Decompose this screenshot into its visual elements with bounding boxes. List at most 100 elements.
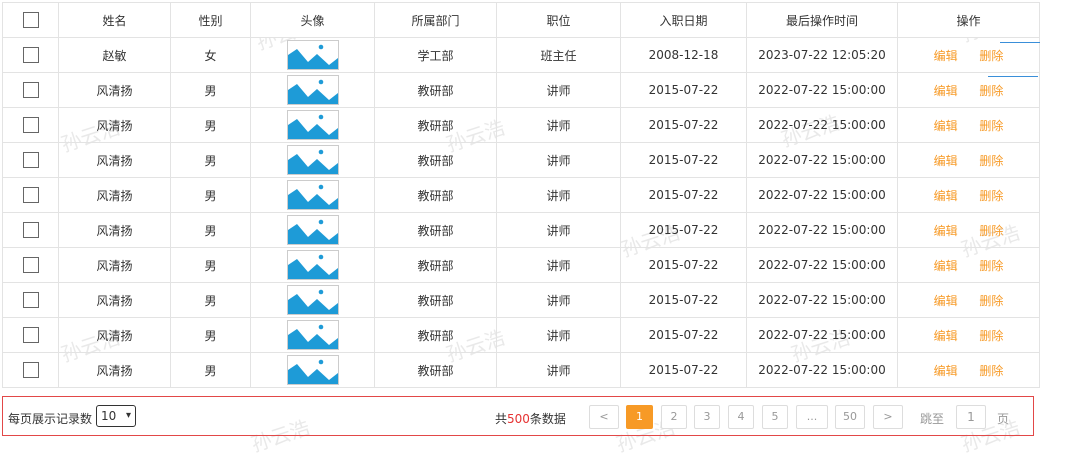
cell-avatar	[250, 177, 375, 213]
edit-link[interactable]: 编辑	[934, 49, 958, 63]
delete-link[interactable]: 删除	[979, 154, 1003, 168]
header-hire-date: 入职日期	[620, 2, 747, 38]
avatar-image-svg	[287, 149, 338, 174]
cell-department: 教研部	[374, 282, 497, 318]
cell-name: 风清扬	[58, 177, 171, 213]
image-placeholder-icon	[286, 110, 339, 140]
prev-page-button[interactable]: <	[589, 405, 619, 429]
cell-actions: 编辑 删除	[897, 317, 1040, 353]
delete-link[interactable]: 删除	[979, 49, 1003, 63]
edit-link[interactable]: 编辑	[934, 294, 958, 308]
delete-link[interactable]: 删除	[979, 189, 1003, 203]
per-page-select[interactable]: 10 ▾	[96, 405, 136, 427]
decorative-line	[1000, 42, 1040, 43]
cell-hire-date: 2015-07-22	[620, 212, 747, 248]
edit-link[interactable]: 编辑	[934, 364, 958, 378]
page-button-4[interactable]: 4	[728, 405, 754, 429]
table-row: 风清扬 男 教研部 讲师 2015-07-22 2022-07-22 15:00…	[2, 142, 1040, 178]
cell-hire-date: 2015-07-22	[620, 142, 747, 178]
page-button-1[interactable]: 1	[626, 405, 653, 429]
row-checkbox[interactable]	[22, 47, 39, 63]
cell-avatar	[250, 352, 375, 388]
cell-name: 风清扬	[58, 317, 171, 353]
edit-link[interactable]: 编辑	[934, 224, 958, 238]
row-checkbox[interactable]	[22, 327, 39, 343]
cell-last-op-time: 2022-07-22 15:00:00	[746, 247, 898, 283]
cell-position: 讲师	[496, 282, 621, 318]
cell-actions: 编辑 删除	[897, 352, 1040, 388]
total-count: 500	[507, 412, 530, 426]
table-row: 风清扬 男 教研部 讲师 2015-07-22 2022-07-22 15:00…	[2, 177, 1040, 213]
cell-hire-date: 2008-12-18	[620, 37, 747, 73]
delete-link[interactable]: 删除	[979, 329, 1003, 343]
row-select-cell	[2, 37, 59, 73]
page-button-50[interactable]: 50	[835, 405, 865, 429]
delete-link[interactable]: 删除	[979, 84, 1003, 98]
row-select-cell	[2, 107, 59, 143]
image-placeholder-icon	[286, 250, 339, 280]
edit-link[interactable]: 编辑	[934, 259, 958, 273]
row-select-cell	[2, 352, 59, 388]
cell-hire-date: 2015-07-22	[620, 107, 747, 143]
cell-gender: 男	[170, 247, 251, 283]
cell-last-op-time: 2022-07-22 15:00:00	[746, 212, 898, 248]
per-page-value: 10	[101, 409, 117, 423]
next-page-button[interactable]: >	[873, 405, 903, 429]
avatar-image-svg	[287, 359, 338, 384]
edit-link[interactable]: 编辑	[934, 329, 958, 343]
table-row: 风清扬 男 教研部 讲师 2015-07-22 2022-07-22 15:00…	[2, 352, 1040, 388]
row-checkbox[interactable]	[22, 257, 39, 273]
cell-gender: 男	[170, 107, 251, 143]
cell-hire-date: 2015-07-22	[620, 247, 747, 283]
table-row: 风清扬 男 教研部 讲师 2015-07-22 2022-07-22 15:00…	[2, 72, 1040, 108]
cell-gender: 男	[170, 72, 251, 108]
cell-gender: 男	[170, 177, 251, 213]
row-checkbox[interactable]	[22, 362, 39, 378]
image-placeholder-icon	[286, 180, 339, 210]
total-suffix: 条数据	[529, 412, 566, 426]
image-placeholder-icon	[286, 355, 339, 385]
cell-name: 风清扬	[58, 352, 171, 388]
cell-actions: 编辑 删除	[897, 72, 1040, 108]
edit-link[interactable]: 编辑	[934, 119, 958, 133]
delete-link[interactable]: 删除	[979, 224, 1003, 238]
total-count-text: 共500条数据	[495, 410, 566, 427]
delete-link[interactable]: 删除	[979, 259, 1003, 273]
image-placeholder-icon	[286, 75, 339, 105]
header-department: 所属部门	[374, 2, 497, 38]
select-all-checkbox[interactable]	[22, 12, 39, 28]
cell-name: 风清扬	[58, 72, 171, 108]
row-checkbox[interactable]	[22, 82, 39, 98]
avatar-image-svg	[287, 44, 338, 69]
row-checkbox[interactable]	[22, 152, 39, 168]
cell-position: 班主任	[496, 37, 621, 73]
cell-avatar	[250, 282, 375, 318]
avatar-image-svg	[287, 79, 338, 104]
delete-link[interactable]: 删除	[979, 364, 1003, 378]
edit-link[interactable]: 编辑	[934, 84, 958, 98]
header-actions: 操作	[897, 2, 1040, 38]
page-ellipsis: ...	[796, 405, 828, 429]
row-checkbox[interactable]	[22, 117, 39, 133]
jump-page-input[interactable]: 1	[956, 405, 986, 429]
cell-avatar	[250, 317, 375, 353]
delete-link[interactable]: 删除	[979, 294, 1003, 308]
table-row: 风清扬 男 教研部 讲师 2015-07-22 2022-07-22 15:00…	[2, 247, 1040, 283]
row-checkbox[interactable]	[22, 187, 39, 203]
edit-link[interactable]: 编辑	[934, 189, 958, 203]
delete-link[interactable]: 删除	[979, 119, 1003, 133]
edit-link[interactable]: 编辑	[934, 154, 958, 168]
avatar-image-svg	[287, 219, 338, 244]
cell-avatar	[250, 247, 375, 283]
row-checkbox[interactable]	[22, 292, 39, 308]
cell-department: 教研部	[374, 212, 497, 248]
cell-position: 讲师	[496, 247, 621, 283]
page-button-3[interactable]: 3	[694, 405, 720, 429]
cell-department: 教研部	[374, 177, 497, 213]
cell-position: 讲师	[496, 317, 621, 353]
page-button-5[interactable]: 5	[762, 405, 788, 429]
page-button-2[interactable]: 2	[661, 405, 687, 429]
row-checkbox[interactable]	[22, 222, 39, 238]
image-placeholder-icon	[286, 215, 339, 245]
avatar-image-svg	[287, 184, 338, 209]
